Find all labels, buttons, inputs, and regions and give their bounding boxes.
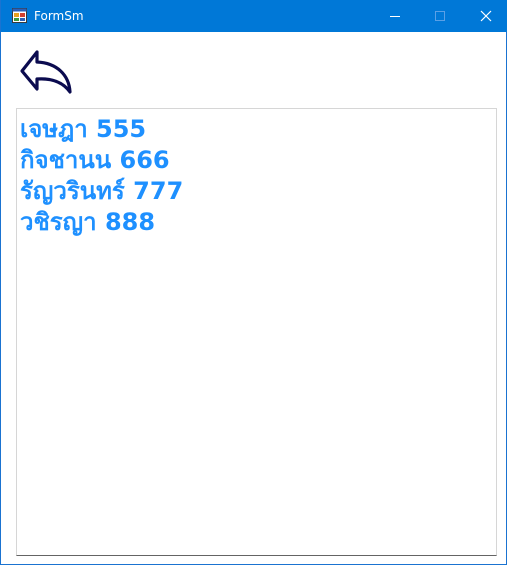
title-bar[interactable]: FormSm: [1, 0, 507, 32]
list-item[interactable]: รัญวรินทร์ 777: [20, 176, 183, 207]
list-item[interactable]: กิจชานน 666: [20, 145, 183, 176]
maximize-button[interactable]: [418, 0, 464, 32]
app-icon[interactable]: [12, 8, 27, 23]
close-icon: [480, 10, 492, 22]
form-window: FormSm เจษฎา 555 กิจชานน 666 รัญวรินทร์ …: [0, 0, 507, 565]
list-item[interactable]: วชิรญา 888: [20, 207, 183, 238]
names-listbox[interactable]: เจษฎา 555 กิจชานน 666 รัญวรินทร์ 777 วชิ…: [16, 108, 497, 556]
listbox-items: เจษฎา 555 กิจชานน 666 รัญวรินทร์ 777 วชิ…: [20, 114, 183, 238]
window-title: FormSm: [34, 9, 84, 23]
maximize-icon: [435, 11, 445, 21]
close-button[interactable]: [462, 0, 507, 32]
minimize-button[interactable]: [372, 0, 418, 32]
minimize-icon: [390, 16, 400, 17]
reply-back-arrow-icon: [20, 50, 72, 94]
back-button[interactable]: [17, 48, 75, 98]
list-item[interactable]: เจษฎา 555: [20, 114, 183, 145]
